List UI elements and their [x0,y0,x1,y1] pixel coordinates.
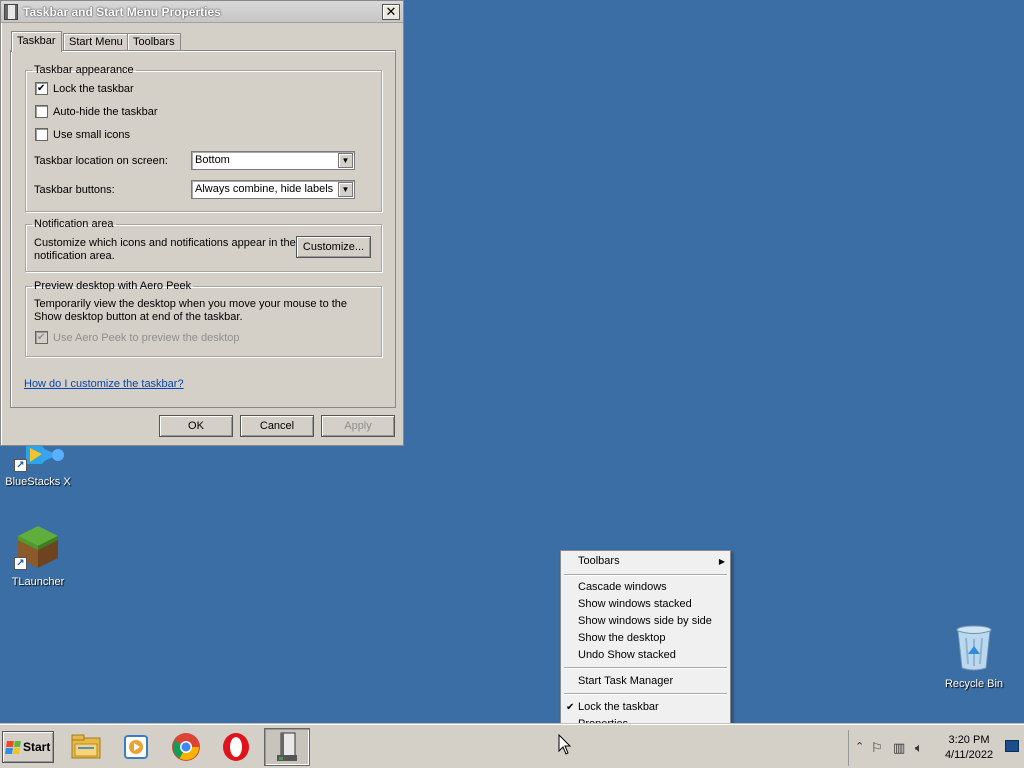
group-legend: Taskbar appearance [34,64,134,76]
menu-item-label: Toolbars [578,555,620,567]
menu-item-show-desktop[interactable]: Show the desktop [561,630,730,647]
menu-separator [564,574,727,576]
taskbar-properties-dialog: Taskbar and Start Menu Properties ✕ Task… [0,0,404,446]
clock[interactable]: 3:20 PM 4/11/2022 [939,733,999,763]
ok-button[interactable]: OK [159,415,233,437]
submenu-arrow-icon: ▶ [718,557,725,566]
menu-item-undo[interactable]: Undo Show stacked [561,647,730,664]
media-player-icon [124,735,148,759]
checkmark-icon: ✔ [566,702,575,713]
mouse-cursor-icon [558,734,572,755]
dropdown-arrow-icon[interactable]: ▼ [338,153,353,168]
taskbar-app-opera[interactable] [214,728,258,766]
shortcut-arrow-icon: ↗ [14,557,27,570]
buttons-label: Taskbar buttons: [34,184,115,196]
menu-separator [564,693,727,695]
shortcut-arrow-icon: ↗ [14,459,27,472]
taskbar-properties-icon [277,732,297,761]
taskbar-app-chrome[interactable] [164,728,208,766]
buttons-select[interactable]: Always combine, hide labels ▼ [191,180,355,199]
group-legend: Preview desktop with Aero Peek [34,280,192,292]
taskbar-context-menu: Toolbars ▶ Cascade windows Show windows … [560,550,731,736]
dialog-title: Taskbar and Start Menu Properties [23,5,221,19]
desktop-icon-tlauncher[interactable]: ↗ TLauncher [0,522,76,588]
opera-icon [223,733,249,761]
small-icons-checkbox[interactable] [35,128,48,141]
customize-button[interactable]: Customize... [296,236,371,258]
start-button[interactable]: Start [2,731,54,763]
menu-item-side-by-side[interactable]: Show windows side by side [561,613,730,630]
autohide-checkbox[interactable] [35,105,48,118]
lock-taskbar-label: Lock the taskbar [53,82,134,95]
taskbar-app-explorer[interactable] [64,728,108,766]
menu-item-lock[interactable]: ✔ Lock the taskbar [561,699,730,716]
show-desktop-button[interactable] [1005,740,1019,752]
show-hidden-icons-chevron[interactable]: ⌃ [855,740,864,753]
menu-item-stacked[interactable]: Show windows stacked [561,596,730,613]
taskbar-properties-icon [4,4,18,20]
location-label: Taskbar location on screen: [34,155,168,167]
start-label: Start [23,740,51,754]
dialog-titlebar[interactable]: Taskbar and Start Menu Properties ✕ [1,1,403,23]
autohide-row[interactable]: Auto-hide the taskbar [35,105,158,118]
desktop-icon-bluestacks[interactable]: ↗ BlueStacks X [0,440,76,488]
lock-taskbar-checkbox[interactable] [35,82,48,95]
notification-description: Customize which icons and notifications … [34,237,296,262]
autohide-label: Auto-hide the taskbar [53,105,158,118]
desktop-icon-label: BlueStacks X [5,476,71,488]
tab-taskbar[interactable]: Taskbar [11,31,62,52]
desktop-icon-recycle-bin[interactable]: Recycle Bin [936,624,1012,690]
lock-taskbar-row[interactable]: Lock the taskbar [35,82,134,95]
close-button[interactable]: ✕ [382,4,400,20]
help-link[interactable]: How do I customize the taskbar? [24,378,184,390]
menu-item-cascade[interactable]: Cascade windows [561,579,730,596]
taskbar-app-properties[interactable] [264,728,310,766]
menu-item-label: Lock the taskbar [578,701,659,713]
network-icon[interactable]: ▥ [893,740,905,756]
file-explorer-icon [71,734,101,759]
windows-logo-icon [5,740,21,754]
aero-peek-description: Temporarily view the desktop when you mo… [34,298,348,323]
menu-item-toolbars[interactable]: Toolbars ▶ [561,553,730,570]
aero-peek-row: Use Aero Peek to preview the desktop [35,331,240,344]
small-icons-label: Use small icons [53,128,131,141]
aero-peek-label: Use Aero Peek to preview the desktop [53,331,240,344]
location-select-value: Bottom [195,154,230,166]
cancel-button[interactable]: Cancel [240,415,314,437]
menu-item-task-manager[interactable]: Start Task Manager [561,673,730,690]
taskbar-tab-panel: Taskbar appearance Lock the taskbar Auto… [10,50,396,408]
tab-toolbars[interactable]: Toolbars [127,33,181,51]
chrome-icon [172,733,200,761]
buttons-select-value: Always combine, hide labels [195,183,334,195]
dropdown-arrow-icon[interactable]: ▼ [338,182,353,197]
menu-separator [564,667,727,669]
location-select[interactable]: Bottom ▼ [191,151,355,170]
clock-date: 4/11/2022 [944,749,994,761]
volume-icon[interactable]: 🔈︎ [915,740,923,756]
desktop-icon-label: Recycle Bin [944,678,1004,690]
system-tray: ⌃ ⚐ ▥ 🔈︎ 3:20 PM 4/11/2022 [848,730,1024,766]
desktop-icon-label: TLauncher [11,576,65,588]
taskbar[interactable]: Start ⌃ ⚐ ▥ 🔈︎ 3:20 PM 4/11/2022 [0,724,1024,768]
recycle-bin-icon [956,625,992,671]
apply-button[interactable]: Apply [321,415,395,437]
taskbar-app-media[interactable] [114,728,158,766]
clock-time: 3:20 PM [948,734,990,746]
small-icons-row[interactable]: Use small icons [35,128,130,141]
tab-start-menu[interactable]: Start Menu [63,33,129,51]
aero-peek-checkbox [35,331,48,344]
group-legend: Notification area [34,218,114,230]
action-center-flag-icon[interactable]: ⚐ [871,740,883,756]
